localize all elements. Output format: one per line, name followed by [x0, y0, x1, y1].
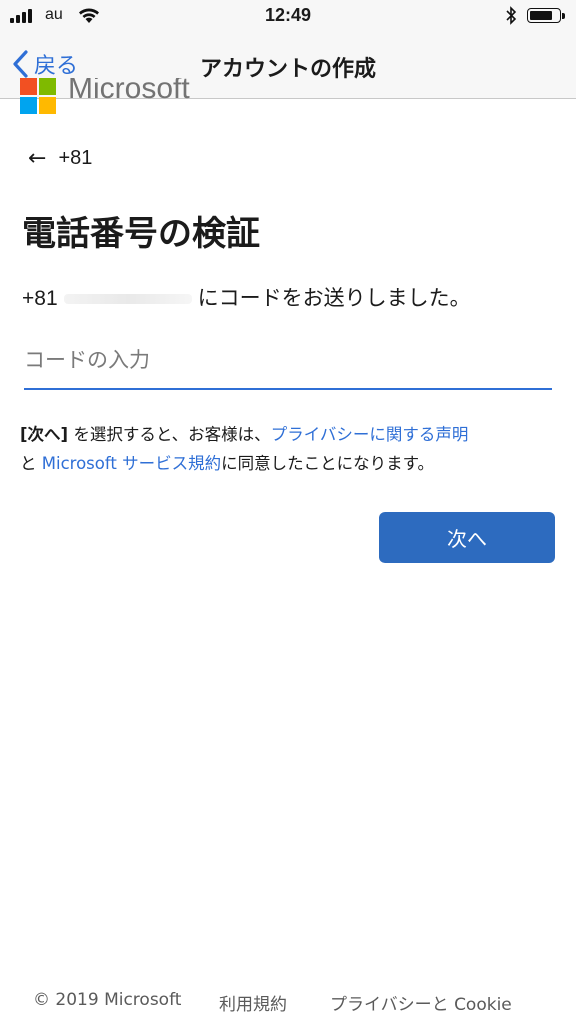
privacy-statement-link[interactable]: プライバシーに関する声明	[271, 425, 469, 444]
status-bar: au 12:49	[0, 0, 576, 32]
terms-text: [次へ] を選択すると、お客様は、プライバシーに関する声明と Microsoft…	[20, 420, 560, 478]
masked-phone-number	[63, 294, 192, 304]
code-sent-message: +81 にコードをお送りしました。	[22, 282, 471, 312]
battery-icon	[527, 8, 565, 23]
footer-privacy-cookies-link[interactable]: プライバシーと Cookie	[330, 990, 512, 1015]
terms-text-part2: と	[20, 454, 42, 473]
logo-square-yellow	[39, 97, 56, 114]
arrow-left-icon: ←	[28, 146, 47, 171]
status-time: 12:49	[264, 5, 312, 25]
microsoft-logo: Microsoft	[20, 78, 220, 114]
page-title: 電話番号の検証	[22, 214, 260, 254]
logo-square-green	[39, 78, 56, 95]
next-button[interactable]: 次へ	[379, 512, 555, 563]
code-input-container	[24, 336, 552, 390]
footer-terms-link[interactable]: 利用規約	[219, 990, 287, 1015]
sent-phone-prefix: +81	[22, 287, 58, 310]
identity-number: +81	[58, 147, 93, 169]
services-agreement-link[interactable]: Microsoft サービス規約	[42, 454, 221, 473]
footer-copyright: © 2019 Microsoft	[33, 990, 182, 1010]
terms-text-part3: に同意したことになります。	[221, 454, 434, 473]
logo-square-red	[20, 78, 37, 95]
code-input[interactable]	[24, 336, 552, 384]
terms-next-reference: [次へ]	[20, 425, 69, 444]
terms-text-part1: を選択すると、お客様は、	[68, 425, 271, 444]
identity-back-link[interactable]: ← +81	[28, 146, 92, 171]
bluetooth-icon	[506, 6, 517, 25]
logo-square-blue	[20, 97, 37, 114]
sent-message-text: にコードをお送りしました。	[197, 286, 471, 310]
logo-wordmark: Microsoft	[68, 78, 190, 105]
